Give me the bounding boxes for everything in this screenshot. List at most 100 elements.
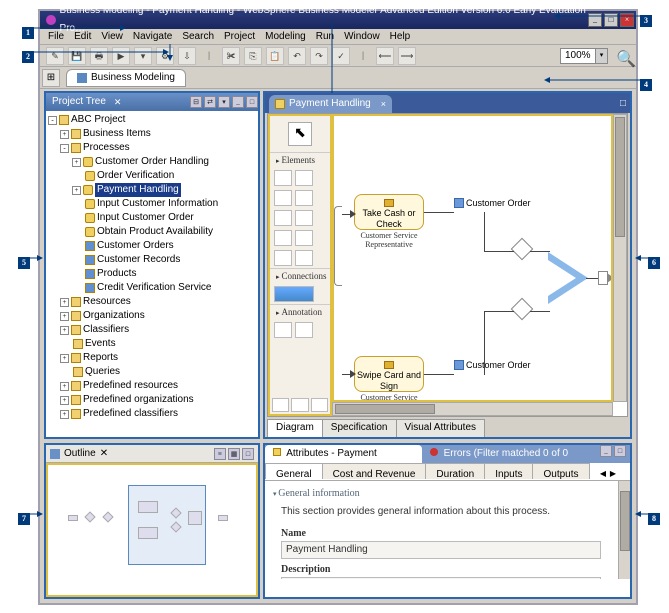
toolbar-new-icon[interactable]: ✎ (46, 47, 64, 65)
zoom-input[interactable]: 100% ▾ (560, 48, 608, 64)
tree-node-root[interactable]: ABC Project (71, 113, 125, 127)
section-general-info[interactable]: General information (273, 485, 622, 503)
toolbar-run-menu-icon[interactable]: ▾ (134, 47, 152, 65)
minimize-view-icon[interactable]: _ (232, 96, 244, 108)
palette-task-icon[interactable] (274, 170, 292, 186)
subtab-inputs[interactable]: Inputs (484, 463, 533, 479)
outline-tree-mode-icon[interactable]: ≡ (214, 448, 226, 460)
subtabs-scroll-right-icon[interactable]: ▶ (610, 465, 616, 481)
tree-node-resources[interactable]: Resources (83, 295, 131, 309)
palette-loop-icon[interactable] (274, 250, 292, 266)
tree-node-proc9[interactable]: Credit Verification Service (97, 281, 212, 295)
palette-map-icon[interactable] (295, 250, 313, 266)
palette-section-elements[interactable]: Elements (270, 152, 330, 168)
open-perspective-button[interactable]: ⊞ (42, 69, 60, 87)
tree-node-proc8[interactable]: Products (97, 267, 136, 281)
maximize-button[interactable]: □ (604, 13, 618, 27)
tree-node-events[interactable]: Events (85, 337, 116, 351)
tree-node-proc1[interactable]: Order Verification (97, 169, 174, 183)
subtabs-scroll-left-icon[interactable]: ◀ (600, 465, 606, 481)
palette-text-icon[interactable] (295, 322, 313, 338)
tree-node-classifiers[interactable]: Classifiers (83, 323, 129, 337)
menu-view[interactable]: View (101, 29, 123, 44)
project-tree-close-icon[interactable]: ✕ (114, 93, 122, 111)
menu-project[interactable]: Project (224, 29, 255, 44)
tree-node-proc0[interactable]: Customer Order Handling (95, 155, 209, 169)
twisty-icon[interactable]: + (60, 354, 69, 363)
tree-node-predef-org[interactable]: Predefined organizations (83, 393, 194, 407)
toolbar-undo-icon[interactable]: ↶ (288, 47, 306, 65)
twisty-icon[interactable]: + (60, 312, 69, 321)
diagram-data-customer-order-2[interactable]: Customer Order (454, 360, 531, 370)
palette-fork-icon[interactable] (274, 210, 292, 226)
diagram-task-swipe-card[interactable]: Swipe Card and Sign Customer Service Rep… (354, 356, 424, 402)
toolbar-forward-icon[interactable]: ⟶ (398, 47, 416, 65)
toolbar-copy-icon[interactable]: ⎘ (244, 47, 262, 65)
menu-navigate[interactable]: Navigate (133, 29, 172, 44)
toolbar-paste-icon[interactable]: 📋 (266, 47, 284, 65)
tree-node-business-items[interactable]: Business Items (83, 127, 151, 141)
collapse-all-icon[interactable]: ⊟ (190, 96, 202, 108)
subtab-outputs[interactable]: Outputs (532, 463, 589, 479)
diagram-task-take-cash[interactable]: Take Cash or Check Customer Service Repr… (354, 194, 424, 249)
minimize-button[interactable]: _ (588, 13, 602, 27)
editor-horizontal-scrollbar[interactable] (332, 402, 613, 416)
palette-start-icon[interactable] (274, 230, 292, 246)
diagram-decision-1[interactable] (511, 238, 534, 261)
palette-connection-icon[interactable] (274, 286, 314, 302)
tree-node-predef-res[interactable]: Predefined resources (83, 379, 178, 393)
palette-layout-3-icon[interactable] (311, 398, 328, 412)
diagram-merge-node[interactable] (548, 252, 588, 304)
twisty-icon[interactable]: - (48, 116, 57, 125)
zoom-dropdown-icon[interactable]: ▾ (595, 49, 607, 63)
tree-node-payment-handling[interactable]: Payment Handling (95, 183, 181, 197)
tree-node-proc5[interactable]: Obtain Product Availability (97, 225, 213, 239)
editor-tab-diagram[interactable]: Diagram (267, 419, 323, 437)
palette-section-connections[interactable]: Connections (270, 268, 330, 284)
diagram-area[interactable]: Take Cash or Check Customer Service Repr… (332, 114, 613, 402)
diagram-start-node[interactable] (334, 206, 342, 286)
outline-overview-mode-icon[interactable]: ▦ (228, 448, 240, 460)
menu-search[interactable]: Search (182, 29, 214, 44)
outline-close-icon[interactable]: ✕ (100, 445, 108, 463)
toolbar-save-icon[interactable]: 💾 (68, 47, 86, 65)
palette-stop-icon[interactable] (295, 230, 313, 246)
editor-tab-visual-attributes[interactable]: Visual Attributes (396, 419, 486, 437)
tab-attributes[interactable]: Attributes - Payment Handling (265, 445, 422, 463)
diagram-end-node[interactable] (598, 271, 608, 285)
outline-body[interactable] (46, 463, 258, 597)
toolbar-print-icon[interactable]: 🖶 (90, 47, 108, 65)
menu-help[interactable]: Help (390, 29, 411, 44)
palette-note-icon[interactable] (274, 322, 292, 338)
twisty-icon[interactable]: + (60, 298, 69, 307)
palette-layout-1-icon[interactable] (272, 398, 289, 412)
tree-node-queries[interactable]: Queries (85, 365, 120, 379)
menu-run[interactable]: Run (316, 29, 334, 44)
tree-node-processes[interactable]: Processes (83, 141, 130, 155)
attributes-minimize-icon[interactable]: _ (600, 445, 612, 457)
editor-tab-specification[interactable]: Specification (322, 419, 397, 437)
twisty-icon[interactable]: + (60, 130, 69, 139)
toolbar-back-icon[interactable]: ⟵ (376, 47, 394, 65)
tree-node-proc4[interactable]: Input Customer Order (97, 211, 194, 225)
palette-section-annotation[interactable]: Annotation (270, 304, 330, 320)
toolbar-redo-icon[interactable]: ↷ (310, 47, 328, 65)
tab-errors[interactable]: Errors (Filter matched 0 of 0 items) (422, 445, 600, 463)
menu-file[interactable]: File (48, 29, 64, 44)
link-editor-icon[interactable]: ⇄ (204, 96, 216, 108)
editor-tab-close-icon[interactable]: × (381, 95, 386, 113)
tree-node-proc3[interactable]: Input Customer Information (97, 197, 218, 211)
palette-layout-2-icon[interactable] (291, 398, 308, 412)
field-description-value[interactable]: This Process is responsible for the proc… (281, 577, 601, 579)
tree-node-predef-cls[interactable]: Predefined classifiers (83, 407, 178, 421)
tree-node-organizations[interactable]: Organizations (83, 309, 145, 323)
tree-node-proc7[interactable]: Customer Records (97, 253, 180, 267)
twisty-icon[interactable]: + (60, 396, 69, 405)
diagram-data-customer-order-1[interactable]: Customer Order (454, 198, 531, 208)
outline-viewport-indicator[interactable] (128, 485, 206, 565)
toolbar-export-icon[interactable]: ⇩ (178, 47, 196, 65)
view-menu-icon[interactable]: ▾ (218, 96, 230, 108)
palette-merge-icon[interactable] (295, 190, 313, 206)
editor-tab-payment-handling[interactable]: Payment Handling × (269, 95, 392, 113)
editor-maximize-icon[interactable]: □ (620, 95, 626, 113)
